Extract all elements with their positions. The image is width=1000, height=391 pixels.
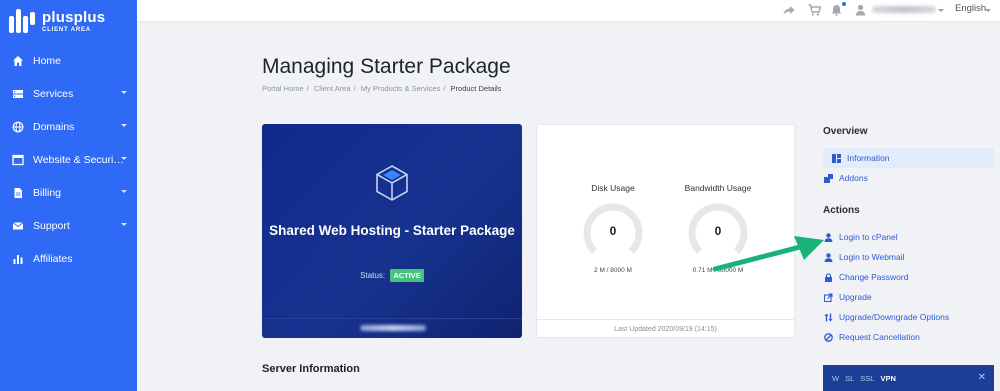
disk-usage-value: 0 [609, 224, 617, 238]
language-selector[interactable]: English [955, 3, 986, 14]
action-label: Upgrade/Downgrade Options [839, 312, 950, 322]
action-login-cpanel[interactable]: Login to cPanel [823, 227, 994, 247]
product-card-footer [262, 318, 522, 338]
cube-icon [374, 164, 410, 202]
external-icon [823, 292, 833, 302]
actions-heading: Actions [823, 205, 860, 216]
sidebar-nav: Home Services Domains Website & Securi… [0, 44, 137, 275]
chevron-down-icon [121, 157, 127, 160]
action-label: Request Cancellation [839, 332, 920, 342]
brand-title: plusplus [42, 8, 106, 26]
server-icon [11, 87, 24, 100]
main-sidebar: plusplus CLIENT AREA Home Services Domai… [0, 0, 137, 391]
action-login-webmail[interactable]: Login to Webmail [823, 247, 994, 267]
promo-banner: W SL SSL VPN ✕ [823, 365, 994, 391]
sidebar-item-support[interactable]: Support [0, 209, 137, 242]
action-request-cancellation[interactable]: Request Cancellation [823, 327, 994, 347]
puzzle-icon [823, 173, 833, 183]
promo-tab-vpn[interactable]: VPN [880, 374, 895, 383]
status-row: Status: ACTIVE [262, 269, 522, 282]
overview-item-label: Information [847, 153, 890, 163]
overview-heading: Overview [823, 126, 868, 137]
chevron-down-icon [121, 124, 127, 127]
sidebar-item-label: Domains [33, 120, 75, 133]
disk-usage-detail: 2 M / 8000 M [594, 267, 632, 274]
cart-icon[interactable] [807, 3, 821, 17]
breadcrumb-portal-home[interactable]: Portal Home [262, 84, 304, 93]
action-label: Change Password [839, 272, 909, 282]
logo-icon [9, 9, 37, 33]
notification-dot [842, 2, 846, 6]
promo-tab-ssl[interactable]: SSL [860, 374, 874, 383]
brand-subtitle: CLIENT AREA [42, 26, 91, 33]
file-icon [11, 186, 24, 199]
grid-icon [831, 153, 841, 163]
overview-item-label: Addons [839, 173, 868, 183]
sidebar-item-label: Home [33, 54, 62, 67]
server-information-title: Server Information [262, 363, 360, 375]
home-icon [11, 54, 24, 67]
brand-logo[interactable]: plusplus CLIENT AREA [9, 6, 129, 36]
browser-icon [11, 153, 24, 166]
chevron-down-icon [938, 9, 944, 12]
envelope-icon [11, 219, 24, 232]
sidebar-item-billing[interactable]: Billing [0, 176, 137, 209]
globe-icon [11, 120, 24, 133]
sidebar-item-affiliates[interactable]: Affiliates [0, 242, 137, 275]
breadcrumb-client-area[interactable]: Client Area [314, 84, 351, 93]
action-label: Login to Webmail [839, 252, 905, 262]
action-label: Login to cPanel [839, 232, 898, 242]
top-bar: English [137, 0, 1000, 22]
product-card: Shared Web Hosting - Starter Package Sta… [262, 124, 522, 338]
usage-card: Disk Usage 0 2 M / 8000 M Bandwidth Usag… [536, 124, 795, 338]
overview-item-information[interactable]: Information [823, 148, 994, 168]
chevron-down-icon [121, 223, 127, 226]
chevron-down-icon [985, 9, 991, 12]
bar-chart-icon [11, 252, 24, 265]
disk-usage-gauge: Disk Usage 0 2 M / 8000 M [563, 183, 663, 274]
share-icon[interactable] [782, 3, 796, 17]
overview-item-addons[interactable]: Addons [823, 168, 994, 188]
breadcrumb-products[interactable]: My Products & Services [361, 84, 441, 93]
page-title: Managing Starter Package [262, 55, 511, 78]
domain-redacted[interactable] [360, 325, 426, 331]
product-name: Shared Web Hosting - Starter Package [269, 223, 515, 238]
user-icon[interactable] [853, 3, 867, 17]
sidebar-item-label: Website & Securi… [33, 153, 124, 166]
status-label: Status: [360, 271, 386, 280]
disk-usage-label: Disk Usage [591, 183, 635, 193]
bandwidth-usage-label: Bandwidth Usage [684, 183, 752, 193]
promo-tab-sl[interactable]: SL [845, 374, 854, 383]
account-name-redacted[interactable] [872, 6, 936, 13]
sidebar-item-home[interactable]: Home [0, 44, 137, 77]
action-label: Upgrade [839, 292, 872, 302]
action-upgrade[interactable]: Upgrade [823, 287, 994, 307]
sidebar-item-label: Billing [33, 186, 62, 199]
sidebar-item-label: Support [33, 219, 70, 232]
ban-icon [823, 332, 833, 342]
sidebar-item-domains[interactable]: Domains [0, 110, 137, 143]
breadcrumb-current: Product Details [450, 84, 502, 93]
action-change-password[interactable]: Change Password [823, 267, 994, 287]
arrows-icon [823, 312, 833, 322]
close-icon[interactable]: ✕ [978, 373, 986, 383]
sidebar-item-label: Services [33, 87, 74, 100]
annotation-arrow [712, 236, 824, 272]
last-updated: Last Updated 2020/09/19 (14:15) [537, 319, 794, 338]
status-badge: ACTIVE [390, 269, 424, 282]
sidebar-item-website-security[interactable]: Website & Securi… [0, 143, 137, 176]
sidebar-item-services[interactable]: Services [0, 77, 137, 110]
chevron-down-icon [121, 190, 127, 193]
chevron-down-icon [121, 91, 127, 94]
breadcrumb: Portal Home / Client Area / My Products & … [262, 84, 502, 93]
action-upgrade-downgrade[interactable]: Upgrade/Downgrade Options [823, 307, 994, 327]
promo-tab-w[interactable]: W [832, 374, 839, 383]
sidebar-item-label: Affiliates [33, 252, 73, 265]
bell-icon[interactable] [829, 3, 843, 17]
